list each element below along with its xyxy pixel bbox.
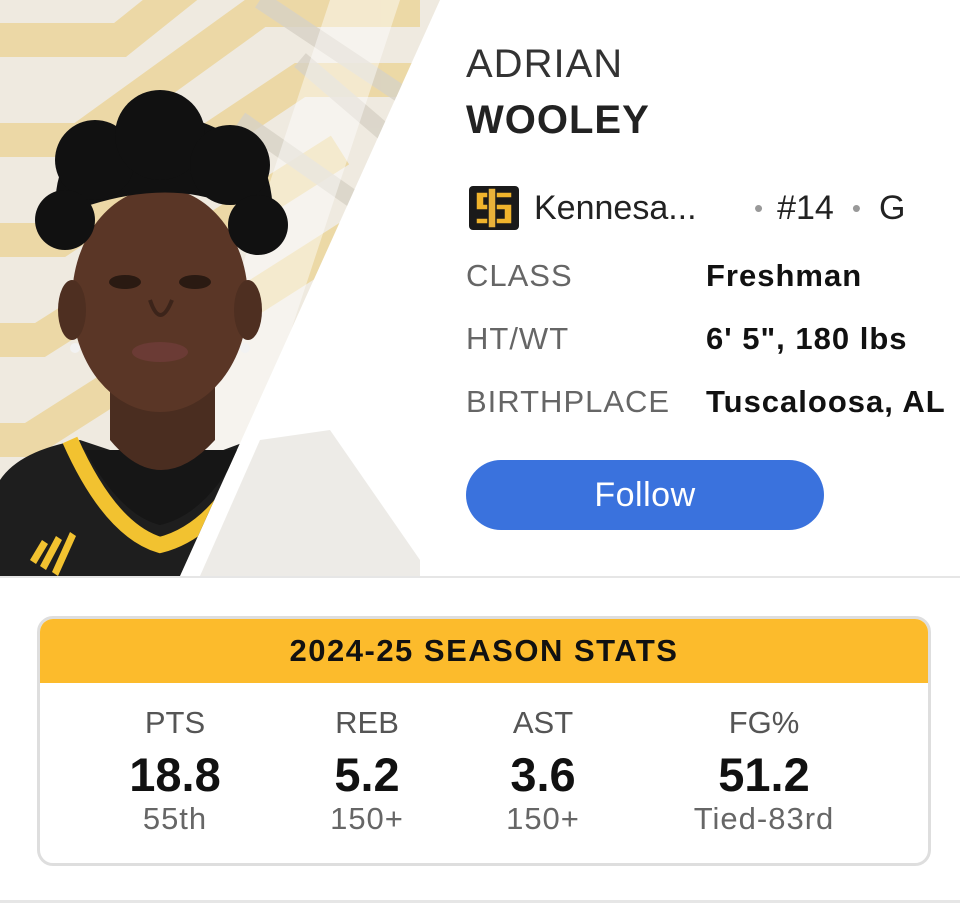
stat-label: PTS [144, 705, 206, 740]
stat-rank: 150+ [506, 801, 580, 836]
player-first-name: ADRIAN [466, 42, 624, 86]
detail-label: CLASS [466, 258, 573, 293]
stat-value: 18.8 [129, 748, 221, 801]
player-header: ADRIAN WOOLEY Kennesa... • #14 • G CLASS… [0, 0, 960, 576]
stat-pts: PTS 18.8 55th [104, 683, 246, 863]
detail-label: HT/WT [466, 321, 570, 356]
stat-ast: AST 3.6 150+ [472, 683, 614, 863]
season-stats-title: 2024-25 SEASON STATS [40, 619, 928, 683]
follow-button[interactable]: Follow [466, 460, 824, 530]
player-photo [0, 0, 440, 576]
stat-label: AST [512, 705, 574, 740]
stat-fg-pct: FG% 51.2 Tied-83rd [660, 683, 868, 863]
detail-label: BIRTHPLACE [466, 384, 671, 419]
stat-label: REB [335, 705, 399, 740]
stat-label: FG% [728, 705, 800, 740]
detail-value: 6' 5", 180 lbs [706, 321, 908, 356]
detail-value: Tuscaloosa, AL [706, 384, 946, 419]
stat-rank: Tied-83rd [693, 801, 835, 836]
stat-rank: 55th [142, 801, 208, 836]
divider [0, 576, 960, 578]
separator-dot: • [851, 192, 861, 223]
stat-value: 51.2 [718, 748, 810, 801]
jersey-number: #14 [777, 188, 834, 227]
team-logo-icon[interactable] [466, 182, 522, 234]
stat-value: 3.6 [510, 748, 576, 801]
stat-reb: REB 5.2 150+ [296, 683, 438, 863]
player-position: G [878, 188, 906, 227]
stat-rank: 150+ [330, 801, 404, 836]
detail-value: Freshman [706, 258, 863, 293]
player-info: ADRIAN WOOLEY Kennesa... • #14 • G CLASS… [466, 0, 960, 576]
season-stats-card: 2024-25 SEASON STATS PTS 18.8 55th REB 5… [37, 616, 931, 866]
team-name-link[interactable]: Kennesa... [534, 189, 724, 228]
player-last-name: WOOLEY [466, 98, 650, 142]
team-row: Kennesa... • #14 • G [466, 180, 960, 236]
stat-value: 5.2 [334, 748, 400, 801]
separator-dot: • [754, 192, 764, 223]
